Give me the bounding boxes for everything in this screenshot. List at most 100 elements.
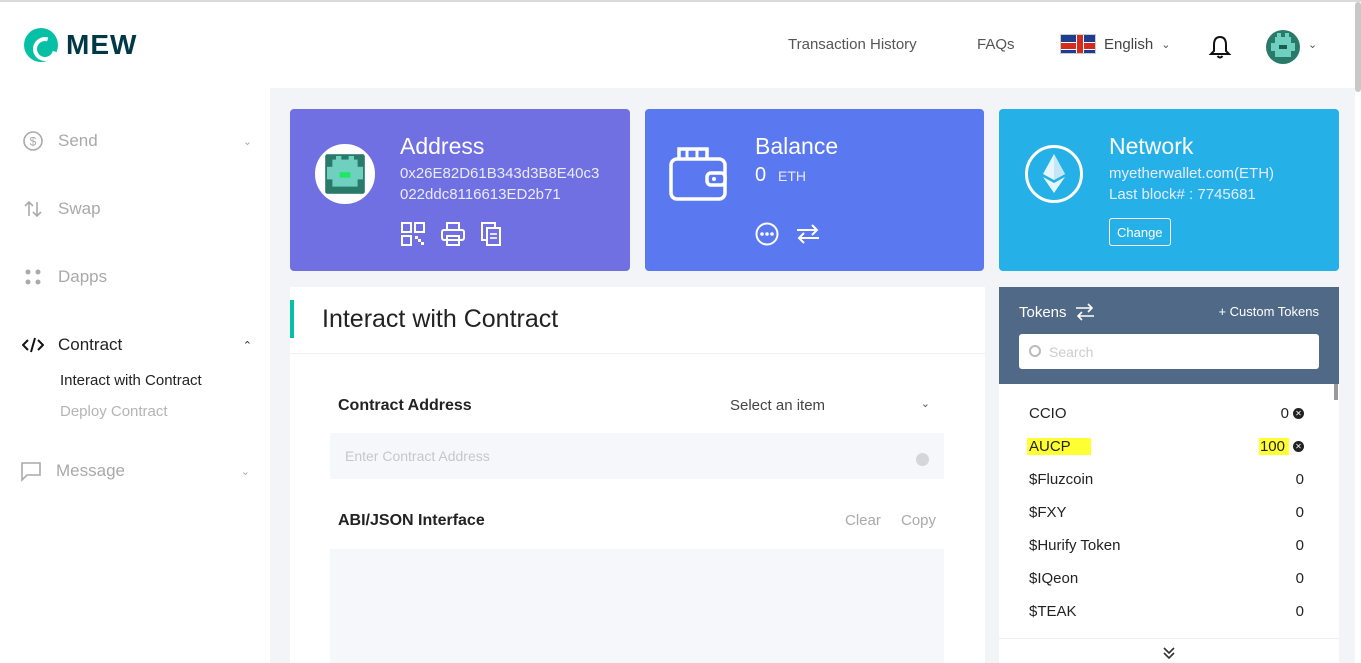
tokens-refresh-icon[interactable] [1075, 303, 1095, 321]
token-value: 0 [1295, 603, 1304, 620]
network-name: myetherwallet.com(ETH) [1109, 165, 1275, 182]
token-search-input[interactable] [1019, 334, 1319, 369]
copy-button[interactable]: Copy [901, 512, 936, 529]
double-chevron-down-icon [1163, 647, 1175, 660]
sidebar-item-send[interactable]: $ Send ⌄ [22, 130, 252, 152]
tokens-title-label: Tokens [1019, 303, 1067, 321]
sidebar-item-dapps[interactable]: Dapps [22, 266, 252, 288]
token-row: $Hurify Token 0 [1029, 537, 1304, 554]
chevron-down-icon: ⌄ [240, 465, 250, 478]
token-value: 100 [1258, 438, 1289, 455]
abi-json-textarea[interactable] [330, 549, 944, 663]
main-content: Address 0x26E82D61B343d3B8E40c3 022ddc81… [270, 88, 1355, 663]
mew-logo-icon [24, 28, 58, 62]
account-avatar[interactable] [1266, 30, 1300, 64]
nav-faqs[interactable]: FAQs [977, 36, 1015, 53]
select-placeholder: Select an item [730, 397, 826, 414]
custom-tokens-link[interactable]: + Custom Tokens [1218, 304, 1319, 319]
language-label: English [1104, 35, 1154, 53]
token-row: AUCP 100 ✕ [1027, 438, 1304, 455]
balance-card: Balance 0 ETH [645, 109, 984, 271]
sidebar-sub-interact-contract[interactable]: Interact with Contract [60, 372, 202, 389]
token-name: $Hurify Token [1029, 537, 1121, 554]
token-value: 0 [1295, 537, 1304, 554]
sidebar-item-swap[interactable]: Swap [22, 198, 252, 220]
network-card: Network myetherwallet.com(ETH) Last bloc… [999, 109, 1339, 271]
interact-contract-panel: Interact with Contract Contract Address … [290, 287, 985, 663]
message-icon [20, 460, 42, 482]
dapps-grid-icon [22, 266, 44, 288]
contract-address-input[interactable] [330, 433, 944, 479]
panel-header: Interact with Contract [290, 287, 985, 354]
token-value: 0 [1280, 405, 1289, 422]
validation-check-icon [916, 453, 929, 466]
token-row: $TEAK 0 [1029, 603, 1304, 620]
address-line-1: 0x26E82D61B343d3B8E40c3 [400, 165, 600, 182]
token-row: $IQeon 0 [1029, 570, 1304, 587]
account-chevron-down-icon[interactable]: ⌄ [1308, 38, 1317, 51]
sidebar-item-message[interactable]: Message ⌄ [20, 460, 250, 482]
clear-button[interactable]: Clear [845, 512, 881, 529]
refresh-swap-icon[interactable] [795, 222, 821, 246]
contract-select-dropdown[interactable]: Select an item ⌄ [730, 397, 930, 414]
abi-json-label: ABI/JSON Interface [338, 512, 485, 529]
sidebar-item-label: Dapps [58, 267, 108, 286]
sidebar-sub-deploy-contract[interactable]: Deploy Contract [60, 403, 168, 420]
qr-code-icon[interactable] [400, 221, 426, 247]
token-value: 0 [1295, 504, 1304, 521]
wallet-icon [669, 147, 727, 201]
token-row: $Fluzcoin 0 [1029, 471, 1304, 488]
token-name: CCIO [1029, 405, 1067, 422]
code-icon [22, 334, 44, 356]
sidebar-item-label: Send [58, 131, 98, 150]
token-name: AUCP [1027, 438, 1091, 455]
sidebar-item-label: Swap [58, 199, 101, 218]
more-options-icon[interactable] [755, 222, 779, 246]
app-window: MEW Transaction History FAQs English ⌄ ⌄… [0, 0, 1361, 663]
token-value: 0 [1295, 471, 1304, 488]
change-network-button[interactable]: Change [1109, 218, 1171, 246]
sidebar-item-contract[interactable]: Contract ⌃ [22, 334, 252, 356]
tokens-panel: Tokens + Custom Tokens CCIO 0 ✕ AUCP 100 ✕ [999, 287, 1339, 663]
tokens-scrollbar[interactable] [1334, 384, 1338, 400]
network-title: Network [1109, 133, 1194, 159]
remove-token-icon[interactable]: ✕ [1293, 408, 1304, 419]
tokens-expand-button[interactable] [999, 638, 1339, 663]
top-header: MEW Transaction History FAQs English ⌄ ⌄ [0, 2, 1361, 88]
balance-unit: ETH [778, 168, 806, 184]
remove-token-icon[interactable]: ✕ [1293, 441, 1304, 452]
logo-text: MEW [66, 29, 138, 60]
nav-transaction-history[interactable]: Transaction History [788, 36, 917, 53]
token-name: $Fluzcoin [1029, 471, 1094, 488]
notification-bell-icon[interactable] [1208, 34, 1232, 60]
logo[interactable]: MEW [24, 28, 137, 62]
send-dollar-icon: $ [22, 130, 44, 152]
token-name: $IQeon [1029, 570, 1079, 587]
chevron-down-icon: ⌄ [1161, 38, 1171, 51]
page-scrollbar[interactable] [1355, 2, 1361, 92]
token-row: CCIO 0 ✕ [1029, 405, 1304, 422]
print-icon[interactable] [440, 221, 466, 247]
svg-text:$: $ [30, 135, 37, 149]
sidebar-item-label: Contract [58, 335, 123, 354]
copy-icon[interactable] [478, 221, 504, 247]
address-card: Address 0x26E82D61B343d3B8E40c3 022ddc81… [290, 109, 630, 271]
token-row: $FXY 0 [1029, 504, 1304, 521]
language-selector[interactable]: English ⌄ [1060, 34, 1170, 54]
search-icon [1029, 345, 1041, 357]
address-title: Address [400, 133, 485, 159]
address-identicon [315, 144, 375, 204]
panel-accent-bar [290, 300, 294, 338]
contract-address-label: Contract Address [338, 397, 472, 414]
chevron-down-icon: ⌄ [242, 135, 252, 148]
chevron-up-icon: ⌃ [242, 339, 252, 352]
tokens-title: Tokens [1019, 303, 1095, 321]
ethereum-icon [1025, 145, 1083, 203]
chevron-down-icon: ⌄ [920, 398, 930, 410]
token-value: 0 [1295, 570, 1304, 587]
balance-amount: 0 [755, 164, 767, 186]
address-line-2: 022ddc8116613ED2b71 [400, 186, 561, 203]
network-last-block: Last block# : 7745681 [1109, 186, 1256, 203]
sidebar-item-label: Message [56, 461, 125, 480]
sidebar: $ Send ⌄ Swap Dapps Contract ⌃ Interact … [0, 88, 270, 663]
